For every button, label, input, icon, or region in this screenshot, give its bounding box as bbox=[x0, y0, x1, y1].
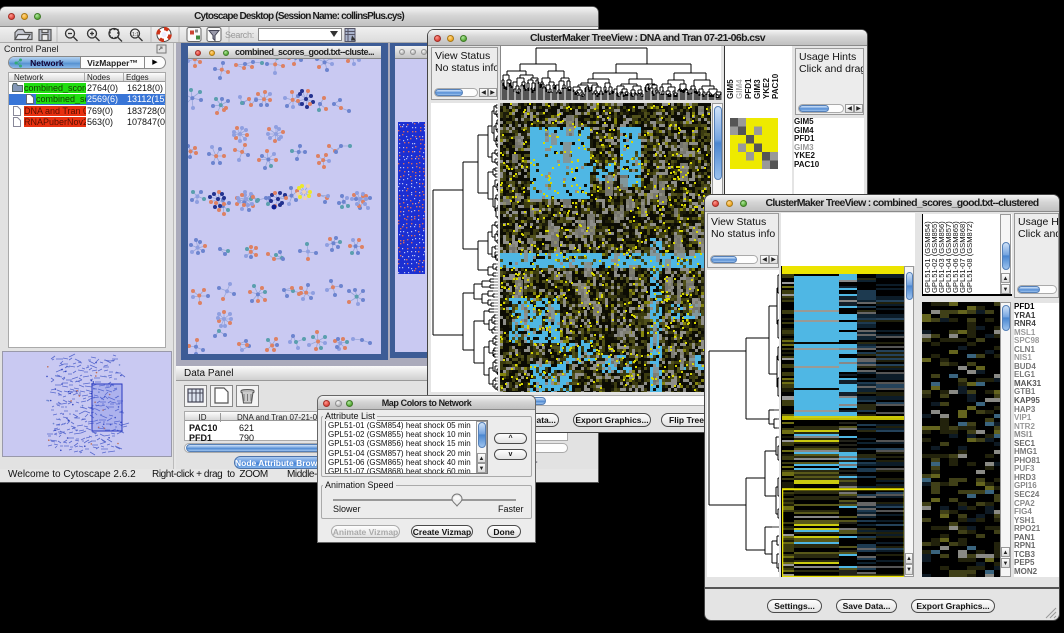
svg-text:YKE2: YKE2 bbox=[762, 78, 771, 99]
svg-text:PFD1: PFD1 bbox=[744, 78, 753, 99]
svg-text:GPL51-08 (GSM872): GPL51-08 (GSM872) bbox=[965, 221, 974, 293]
svg-text:GIM3: GIM3 bbox=[753, 79, 762, 99]
svg-text:GIM5: GIM5 bbox=[726, 79, 735, 99]
svg-text:PAC10: PAC10 bbox=[771, 73, 780, 99]
svg-text:GIM4: GIM4 bbox=[735, 79, 744, 99]
svg-text:1:1: 1:1 bbox=[132, 32, 139, 38]
